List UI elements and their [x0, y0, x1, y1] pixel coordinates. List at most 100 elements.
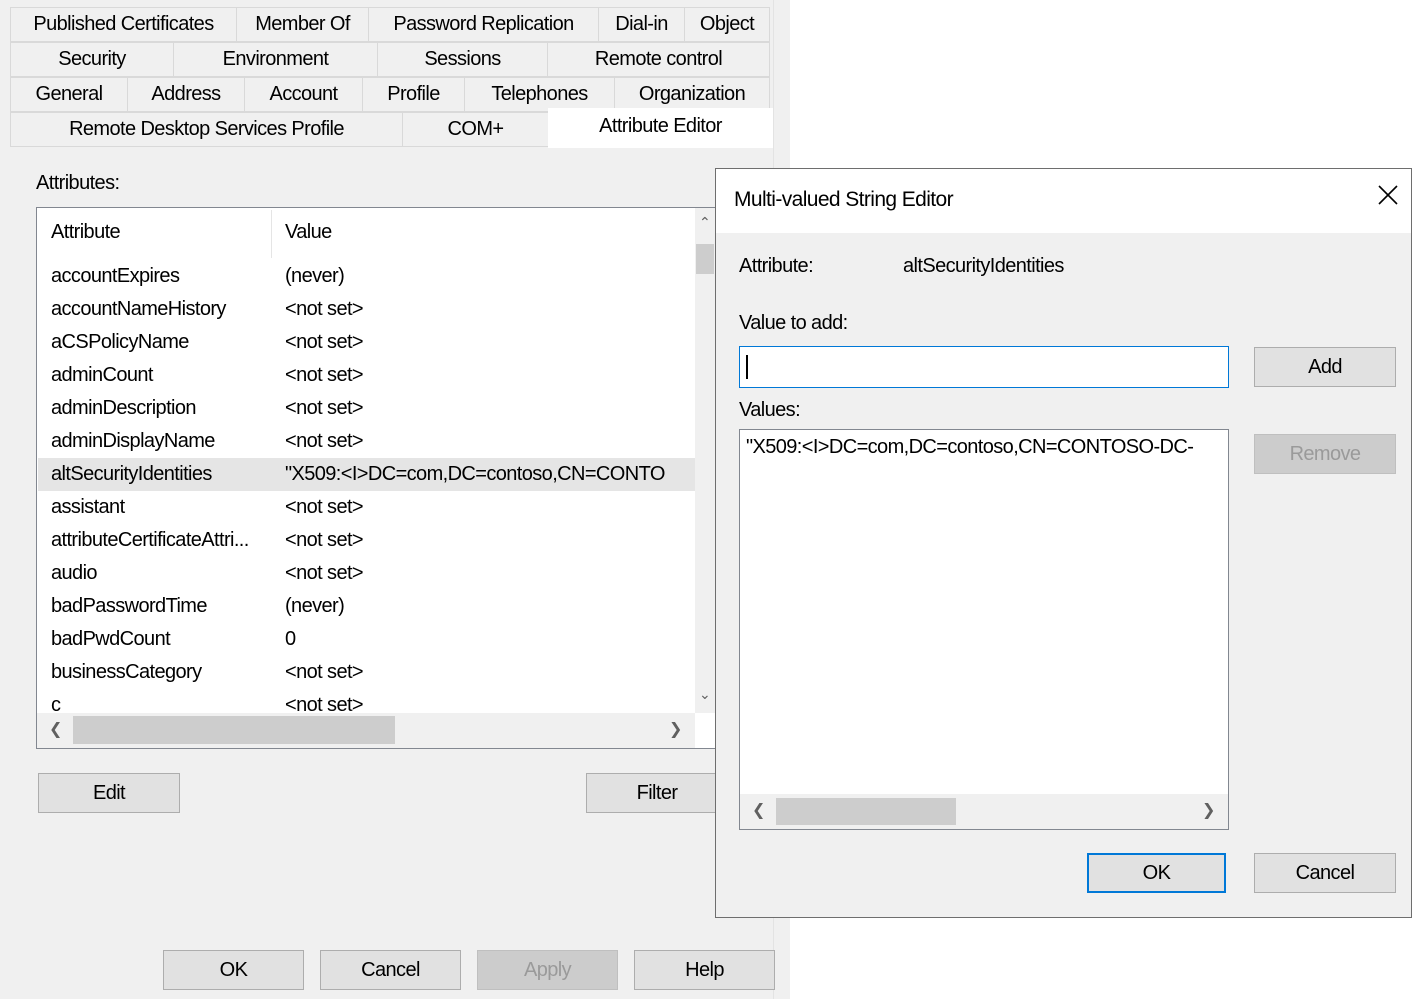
add-button[interactable]: Add: [1254, 347, 1396, 387]
attribute-name-cell: attributeCertificateAttri...: [51, 529, 249, 551]
table-row[interactable]: audio <not set>: [38, 557, 695, 590]
tab-profile[interactable]: Profile: [362, 77, 464, 112]
attribute-name-cell: audio: [51, 562, 98, 584]
help-button[interactable]: Help: [634, 950, 775, 990]
column-header-attribute[interactable]: Attribute: [51, 221, 121, 244]
tab-general[interactable]: General: [10, 77, 127, 112]
tab-environment[interactable]: Environment: [173, 42, 377, 77]
tab-dial-in[interactable]: Dial-in: [598, 7, 684, 42]
table-row[interactable]: adminCount <not set>: [38, 359, 695, 392]
table-row[interactable]: badPasswordTime (never): [38, 590, 695, 623]
scroll-down-icon[interactable]: ⌄: [699, 686, 711, 703]
table-row[interactable]: assistant <not set>: [38, 491, 695, 524]
attribute-name-cell: badPasswordTime: [51, 595, 207, 617]
remove-button[interactable]: Remove: [1254, 434, 1396, 474]
column-header-value[interactable]: Value: [285, 221, 332, 244]
dialog-titlebar[interactable]: Multi-valued String Editor: [716, 169, 1411, 233]
tab-object[interactable]: Object: [684, 7, 770, 42]
attribute-name-cell: assistant: [51, 496, 125, 518]
attribute-name-cell: accountNameHistory: [51, 298, 226, 320]
attribute-name-cell: adminDescription: [51, 397, 197, 419]
values-horizontal-scrollbar[interactable]: ❮ ❯: [740, 794, 1228, 829]
attribute-name-cell: businessCategory: [51, 661, 202, 683]
tab-member-of[interactable]: Member Of: [236, 7, 368, 42]
edit-button[interactable]: Edit: [38, 773, 180, 813]
values-scroll-thumb[interactable]: [776, 798, 956, 825]
attribute-value-cell: <not set>: [285, 397, 364, 419]
close-icon[interactable]: [1376, 183, 1400, 207]
ok-button[interactable]: OK: [163, 950, 304, 990]
text-caret: [746, 355, 748, 379]
attribute-value-cell: <not set>: [285, 331, 364, 353]
tab-row-1: Published Certificates Member Of Passwor…: [10, 7, 770, 42]
value-to-add-input[interactable]: [739, 346, 1229, 388]
table-row[interactable]: accountExpires (never): [38, 260, 695, 293]
table-row[interactable]: adminDescription <not set>: [38, 392, 695, 425]
tab-remote-control[interactable]: Remote control: [547, 42, 770, 77]
table-row[interactable]: accountNameHistory <not set>: [38, 293, 695, 326]
tab-telephones[interactable]: Telephones: [464, 77, 614, 112]
attribute-value-cell: <not set>: [285, 364, 364, 386]
table-row[interactable]: attributeCertificateAttri... <not set>: [38, 524, 695, 557]
apply-button[interactable]: Apply: [477, 950, 618, 990]
attribute-name-cell: adminCount: [51, 364, 153, 386]
vertical-scroll-thumb[interactable]: [696, 244, 714, 274]
scroll-left-icon[interactable]: ❮: [752, 800, 765, 820]
scroll-up-icon[interactable]: ⌃: [699, 214, 711, 231]
attribute-value-cell: 0: [285, 628, 296, 650]
tab-organization[interactable]: Organization: [614, 77, 770, 112]
tab-sessions[interactable]: Sessions: [377, 42, 547, 77]
tab-row-4: Remote Desktop Services Profile COM+ Att…: [10, 108, 773, 148]
attribute-name-cell: accountExpires: [51, 265, 180, 287]
attribute-label: Attribute:: [739, 255, 814, 277]
horizontal-scroll-thumb[interactable]: [73, 716, 395, 744]
attribute-value-cell: "X509:<I>DC=com,DC=contoso,CN=CONTO: [285, 463, 665, 485]
dialog-ok-button[interactable]: OK: [1087, 853, 1226, 893]
tab-account[interactable]: Account: [244, 77, 362, 112]
table-row[interactable]: aCSPolicyName <not set>: [38, 326, 695, 359]
values-label: Values:: [739, 399, 801, 421]
filter-button[interactable]: Filter: [586, 773, 728, 813]
dialog-title: Multi-valued String Editor: [734, 188, 954, 211]
attribute-name-cell: badPwdCount: [51, 628, 171, 650]
vertical-scrollbar[interactable]: ⌃ ⌄: [695, 208, 715, 713]
tab-security[interactable]: Security: [10, 42, 173, 77]
attribute-value-cell: <not set>: [285, 661, 364, 683]
tab-com-plus[interactable]: COM+: [402, 112, 548, 147]
values-list[interactable]: "X509:<I>DC=com,DC=contoso,CN=CONTOSO-DC…: [739, 429, 1229, 830]
horizontal-scrollbar[interactable]: ❮ ❯: [37, 713, 695, 748]
scroll-right-icon[interactable]: ❯: [1202, 800, 1215, 820]
attribute-value-cell: <not set>: [285, 562, 364, 584]
attribute-value-cell: (never): [285, 595, 345, 617]
table-row[interactable]: badPwdCount 0: [38, 623, 695, 656]
tab-address[interactable]: Address: [127, 77, 244, 112]
attribute-name-cell: adminDisplayName: [51, 430, 215, 452]
table-row[interactable]: altSecurityIdentities "X509:<I>DC=com,DC=…: [38, 458, 695, 491]
value-to-add-label: Value to add:: [739, 312, 848, 334]
list-item[interactable]: "X509:<I>DC=com,DC=contoso,CN=CONTOSO-DC…: [746, 436, 1194, 459]
attributes-caption: Attributes:: [36, 172, 120, 194]
tab-remote-desktop-services-profile[interactable]: Remote Desktop Services Profile: [10, 112, 402, 147]
attribute-name-value: altSecurityIdentities: [903, 255, 1064, 277]
tab-attribute-editor[interactable]: Attribute Editor: [548, 108, 773, 148]
table-row[interactable]: businessCategory <not set>: [38, 656, 695, 689]
cancel-button[interactable]: Cancel: [320, 950, 461, 990]
tab-published-certificates[interactable]: Published Certificates: [10, 7, 236, 42]
attributes-list-header: Attribute Value: [37, 208, 697, 260]
dialog-cancel-button[interactable]: Cancel: [1254, 853, 1396, 893]
scroll-right-icon[interactable]: ❯: [669, 719, 682, 739]
scroll-left-icon[interactable]: ❮: [49, 719, 62, 739]
column-separator[interactable]: [271, 210, 272, 258]
attributes-list[interactable]: Attribute Value accountExpires (never) acc…: [36, 207, 716, 749]
tab-row-3: General Address Account Profile Telephon…: [10, 77, 770, 112]
table-row[interactable]: adminDisplayName <not set>: [38, 425, 695, 458]
attribute-name-cell: altSecurityIdentities: [51, 463, 212, 485]
attribute-name-cell: aCSPolicyName: [51, 331, 189, 353]
attribute-value-cell: <not set>: [285, 430, 364, 452]
attribute-value-cell: (never): [285, 265, 345, 287]
tab-row-2: Security Environment Sessions Remote con…: [10, 42, 770, 77]
tab-password-replication[interactable]: Password Replication: [368, 7, 598, 42]
user-properties-window: Published Certificates Member Of Passwor…: [0, 0, 790, 999]
attribute-value-cell: <not set>: [285, 529, 364, 551]
multi-valued-string-editor-dialog: Multi-valued String Editor Attribute: al…: [715, 168, 1412, 918]
